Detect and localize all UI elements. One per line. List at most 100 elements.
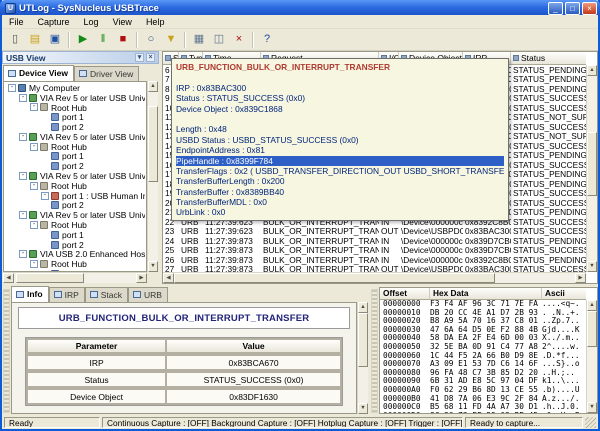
scroll-up-button[interactable]: ▲ bbox=[358, 302, 368, 313]
scroll-track[interactable] bbox=[148, 92, 158, 261]
expander-icon[interactable]: - bbox=[30, 103, 38, 111]
tree-item[interactable]: -My Computer bbox=[5, 83, 145, 93]
scroll-up-button[interactable]: ▲ bbox=[148, 81, 158, 92]
tree-item[interactable]: -VIA Rev 5 or later USB Universal Host C bbox=[5, 171, 145, 181]
expander-icon[interactable]: - bbox=[30, 260, 38, 268]
log-row[interactable]: 25URB11:27:39:873BULK_OR_INTERRUPT_TRANS… bbox=[163, 246, 586, 256]
scroll-thumb[interactable] bbox=[587, 311, 597, 347]
parameter-row[interactable]: IRP0x83BCA670 bbox=[26, 354, 342, 371]
tree-scrollbar-horizontal[interactable]: ◀ ▶ bbox=[3, 272, 147, 283]
log-scrollbar-vertical[interactable]: ▲ ▼ bbox=[586, 65, 597, 272]
log-row[interactable]: 23URB11:27:39:623BULK_OR_INTERRUPT_TRANS… bbox=[163, 227, 586, 237]
scroll-track[interactable] bbox=[587, 311, 597, 402]
find-button[interactable]: ○ bbox=[141, 31, 161, 49]
tree-item[interactable]: -port 1 : USB Human Interface D bbox=[5, 191, 145, 201]
scroll-track[interactable] bbox=[587, 76, 597, 261]
tree-item[interactable]: port 2 bbox=[5, 201, 145, 211]
tab-info[interactable]: Info bbox=[11, 286, 49, 302]
expander-icon[interactable]: - bbox=[30, 221, 38, 229]
scroll-down-button[interactable]: ▼ bbox=[358, 403, 368, 414]
close-button[interactable]: × bbox=[582, 2, 597, 15]
menu-capture[interactable]: Capture bbox=[31, 16, 77, 28]
tab-irp[interactable]: IRP bbox=[49, 287, 85, 302]
close-panel-icon[interactable]: × bbox=[146, 53, 155, 62]
expander-icon[interactable]: - bbox=[19, 172, 27, 180]
scroll-thumb[interactable] bbox=[358, 313, 368, 367]
device-view-button[interactable]: ▦ bbox=[189, 31, 209, 49]
tree-item[interactable]: port 1 bbox=[5, 230, 145, 240]
resize-grip[interactable] bbox=[585, 417, 596, 428]
menu-log[interactable]: Log bbox=[77, 16, 106, 28]
column-header-ascii[interactable]: Ascii bbox=[542, 288, 586, 300]
menu-help[interactable]: Help bbox=[139, 16, 172, 28]
expander-icon[interactable]: - bbox=[19, 211, 27, 219]
panel-grip[interactable] bbox=[3, 289, 10, 413]
pin-icon[interactable]: ▾ bbox=[135, 53, 144, 62]
tab-device-view[interactable]: Device View bbox=[3, 65, 74, 81]
tree-item[interactable]: -Root Hub bbox=[5, 259, 145, 269]
start-capture-button[interactable]: ▶ bbox=[73, 31, 93, 49]
scroll-up-button[interactable]: ▲ bbox=[587, 65, 597, 76]
parameter-row[interactable]: Device Object0x83DF1630 bbox=[26, 388, 342, 405]
pause-capture-button[interactable]: ‖ bbox=[93, 31, 113, 49]
tab-stack[interactable]: Stack bbox=[85, 287, 128, 302]
stop-capture-button[interactable]: ■ bbox=[113, 31, 133, 49]
tab-driver-view[interactable]: Driver View bbox=[74, 66, 139, 81]
hex-scrollbar-vertical[interactable]: ▲ ▼ bbox=[586, 300, 597, 413]
tree-item[interactable]: -VIA Rev 5 or later USB Universal Host C bbox=[5, 93, 145, 103]
log-row[interactable]: 24URB11:27:39:873BULK_OR_INTERRUPT_TRANS… bbox=[163, 236, 586, 246]
save-log-button[interactable]: ▣ bbox=[45, 31, 65, 49]
scroll-down-button[interactable]: ▼ bbox=[148, 261, 158, 272]
menu-view[interactable]: View bbox=[106, 16, 139, 28]
tree-item[interactable]: -Root Hub bbox=[5, 103, 145, 113]
scroll-left-button[interactable]: ◀ bbox=[163, 273, 174, 283]
scroll-right-button[interactable]: ▶ bbox=[136, 273, 147, 283]
filter-button[interactable]: ▼ bbox=[161, 31, 181, 49]
column-header-status[interactable]: Status bbox=[511, 52, 586, 65]
expander-icon[interactable]: - bbox=[30, 143, 38, 151]
new-log-button[interactable]: ▯ bbox=[5, 31, 25, 49]
scroll-thumb[interactable] bbox=[587, 132, 597, 197]
help-button[interactable]: ? bbox=[257, 31, 277, 49]
scroll-track[interactable] bbox=[14, 273, 136, 283]
scroll-track[interactable] bbox=[358, 313, 368, 403]
tree-item[interactable]: -Root Hub bbox=[5, 220, 145, 230]
scroll-track[interactable] bbox=[174, 273, 575, 283]
tree-item[interactable]: port 2 bbox=[5, 161, 145, 171]
scroll-thumb[interactable] bbox=[174, 273, 495, 283]
scroll-left-button[interactable]: ◀ bbox=[3, 273, 14, 283]
tree-item[interactable]: -VIA Rev 5 or later USB Universal Host C bbox=[5, 210, 145, 220]
scroll-thumb[interactable] bbox=[16, 273, 83, 283]
tree-item[interactable]: port 1 bbox=[5, 112, 145, 122]
scroll-up-button[interactable]: ▲ bbox=[587, 300, 597, 311]
tree-item[interactable]: port 2 bbox=[5, 240, 145, 250]
log-scrollbar-horizontal[interactable]: ◀ ▶ bbox=[163, 272, 586, 283]
scroll-right-button[interactable]: ▶ bbox=[575, 273, 586, 283]
panel-grip[interactable] bbox=[371, 289, 378, 413]
tab-urb[interactable]: URB bbox=[128, 287, 168, 302]
tree-scrollbar-vertical[interactable]: ▲ ▼ bbox=[147, 81, 158, 272]
parameter-row[interactable]: StatusSTATUS_SUCCESS (0x0) bbox=[26, 371, 342, 388]
expander-icon[interactable]: - bbox=[30, 182, 38, 190]
column-header-offset[interactable]: Offset bbox=[380, 288, 430, 300]
expander-icon[interactable]: - bbox=[19, 133, 27, 141]
minimize-button[interactable]: _ bbox=[548, 2, 563, 15]
tree-item[interactable]: -VIA Rev 5 or later USB Universal Host C bbox=[5, 132, 145, 142]
info-scrollbar-vertical[interactable]: ▲ ▼ bbox=[357, 302, 368, 414]
clear-log-button[interactable]: × bbox=[229, 31, 249, 49]
maximize-button[interactable]: □ bbox=[565, 2, 580, 15]
expander-icon[interactable]: - bbox=[19, 250, 27, 258]
log-row[interactable]: 27URB11:27:39:873BULK_OR_INTERRUPT_TRANS… bbox=[163, 265, 586, 273]
split-view-button[interactable]: ◫ bbox=[209, 31, 229, 49]
column-header-hex-data[interactable]: Hex Data bbox=[430, 288, 542, 300]
tree-item[interactable]: -Root Hub bbox=[5, 142, 145, 152]
scroll-thumb[interactable] bbox=[148, 106, 158, 182]
expander-icon[interactable]: - bbox=[19, 94, 27, 102]
expander-icon[interactable]: - bbox=[41, 192, 49, 200]
log-row[interactable]: 26URB11:27:39:873BULK_OR_INTERRUPT_TRANS… bbox=[163, 255, 586, 265]
scroll-down-button[interactable]: ▼ bbox=[587, 261, 597, 272]
tree-item[interactable]: -VIA USB 2.0 Enhanced Host Controller bbox=[5, 250, 145, 260]
menu-file[interactable]: File bbox=[2, 16, 31, 28]
tree-item[interactable]: port 2 bbox=[5, 122, 145, 132]
scroll-down-button[interactable]: ▼ bbox=[587, 402, 597, 413]
